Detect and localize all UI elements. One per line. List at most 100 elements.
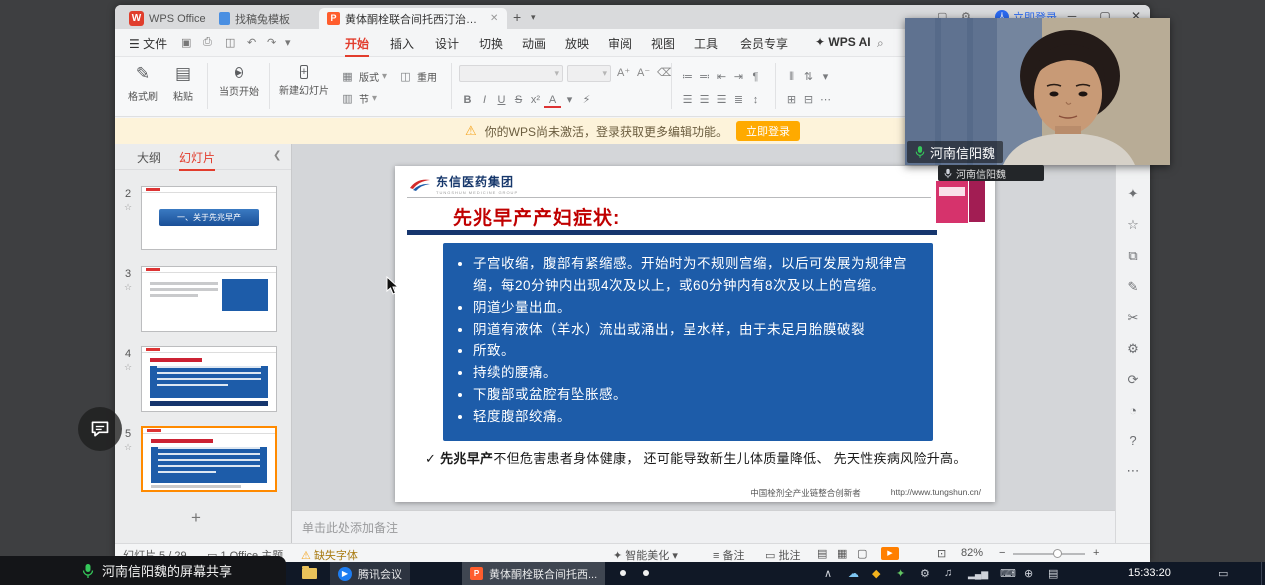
menu-tab-animation[interactable]: 动画 [522,35,546,52]
print-icon[interactable]: ⎙ [203,36,212,49]
decrease-font-button[interactable]: A⁻ [637,66,650,79]
preview-icon[interactable]: ◫ [225,36,235,49]
align-right-icon[interactable]: ☰ [713,93,730,106]
meeting-chat-button[interactable] [78,407,122,451]
sorter-view-icon[interactable]: ▦ [837,547,847,560]
bullet-list-icon[interactable]: ≔ [679,70,696,83]
presentation-tab[interactable]: P 黄体酮栓联合间托西汀治疗先... ✕ [319,8,507,29]
animation-star-icon[interactable]: ☆ [120,442,136,453]
star-icon[interactable]: ☆ [1127,217,1139,233]
font-size-select[interactable]: ▾ [567,65,611,82]
menu-tab-member[interactable]: 会员专享 [740,35,788,52]
slide-canvas[interactable]: 东信医药集团 TUNGSHUN MEDICINE GROUP 先兆早产产妇症状:… [395,166,995,502]
layout-button[interactable]: ▦版式▾ [339,69,387,84]
close-tab-icon[interactable]: ✕ [490,13,498,24]
shape-fill-icon[interactable]: ▾ [817,70,834,83]
superscript-button[interactable]: x² [527,94,544,106]
strikethrough-button[interactable]: S [510,94,527,106]
comments-button[interactable]: ▭ 批注 [765,547,800,563]
banner-login-button[interactable]: 立即登录 [736,121,800,141]
increase-font-button[interactable]: A⁺ [617,66,630,79]
tray-security-icon[interactable]: ✦ [896,567,905,580]
scissors-icon[interactable]: ✂ [1128,310,1139,326]
number-list-icon[interactable]: ≕ [696,70,713,83]
zoom-slider[interactable] [1013,553,1085,555]
char-effect-button[interactable]: ⚡ [578,93,595,106]
paragraph-icon[interactable]: ¶ [747,71,764,83]
menu-tab-home[interactable]: 开始 [345,35,369,57]
menu-tab-review[interactable]: 审阅 [608,35,632,52]
layers-icon[interactable]: ⧉ [1128,248,1137,264]
save-icon[interactable]: ▣ [181,36,191,49]
line-spacing-icon[interactable]: ↕ [747,94,764,106]
text-direction-icon[interactable]: ⇅ [800,70,817,83]
search-icon[interactable]: ⌕ [877,36,884,51]
missing-font-warning[interactable]: ⚠ 缺失字体 [301,547,358,563]
refresh-icon[interactable]: ⟳ [1128,372,1139,388]
new-tab-button[interactable]: + [513,9,521,25]
slide-2-thumbnail[interactable]: 一、关于先兆早产 [141,186,277,250]
italic-button[interactable]: I [476,94,493,106]
group-icon[interactable]: ⊟ [800,93,817,106]
taskbar-wps-doc[interactable]: P 黄体酮栓联合间托西... [462,562,605,585]
paste-button[interactable]: ▤ 粘贴 [161,62,205,103]
format-painter-button[interactable]: ✎ 格式刷 [121,62,165,103]
add-slide-button[interactable]: + [191,508,201,528]
file-explorer-button[interactable] [302,562,317,573]
more-icon[interactable]: ⋯ [817,93,834,106]
tray-weather-icon[interactable]: ☁ [848,567,859,580]
tab-list-caret-icon[interactable]: ▾ [531,12,536,23]
tray-settings-icon[interactable]: ⚙ [920,567,930,580]
beautify-panel-icon[interactable]: ✦ [1128,186,1139,202]
help-icon[interactable]: ? [1129,433,1136,448]
reading-view-icon[interactable]: ▢ [857,547,867,560]
zoom-out-button[interactable]: − [999,547,1005,559]
redo-icon[interactable]: ↷ [267,36,276,49]
zoom-level[interactable]: 82% [961,547,983,559]
menu-tab-design[interactable]: 设计 [435,35,459,52]
notes-button[interactable]: ≡ 备注 [713,547,744,563]
align-left-icon[interactable]: ☰ [679,93,696,106]
reuse-button[interactable]: ◫重用 [397,69,437,84]
font-color-button[interactable]: A [544,94,561,108]
edit-icon[interactable]: ✎ [1128,279,1139,295]
justify-icon[interactable]: ≣ [730,93,747,106]
underline-button[interactable]: U [493,94,510,106]
distribute-icon[interactable]: ⊞ [783,93,800,106]
outdent-icon[interactable]: ⇤ [713,70,730,83]
webcam-video[interactable]: 河南信阳魏 [905,18,1170,165]
font-name-select[interactable]: ▾ [459,65,563,82]
tray-display-icon[interactable]: ▤ [1048,567,1058,580]
notification-center-icon[interactable]: ▭ [1218,567,1228,580]
slide-title[interactable]: 先兆早产产妇症状: [453,203,620,230]
indent-icon[interactable]: ⇥ [730,70,747,83]
tray-input-method-icon[interactable]: ⌨ [1000,567,1016,580]
tray-volume-icon[interactable]: ♫ [944,567,952,579]
undo-icon[interactable]: ↶ [247,36,256,49]
section-button[interactable]: ▥节▾ [339,91,377,106]
slide-5-thumbnail[interactable] [141,426,277,492]
tray-hidden-icons[interactable]: ∧ [824,567,832,580]
new-slide-button[interactable]: + 新建幻灯片 [275,62,333,97]
slide-3-thumbnail[interactable] [141,266,277,332]
bold-button[interactable]: B [459,94,476,106]
tray-app-icon[interactable]: ◆ [872,567,880,580]
slideshow-play-button[interactable]: ▶ [881,547,899,560]
menu-tab-slideshow[interactable]: 放映 [565,35,589,52]
menu-tab-tools[interactable]: 工具 [694,35,718,52]
slide-4-thumbnail[interactable] [141,346,277,412]
columns-icon[interactable]: ⫴ [783,71,800,84]
clock-icon[interactable]: ◔ [1129,403,1137,418]
notes-pane[interactable]: 单击此处添加备注 [292,510,1115,543]
normal-view-icon[interactable]: ▤ [817,547,827,560]
collapse-panel-icon[interactable]: ❮ [273,150,281,161]
menu-tab-transition[interactable]: 切换 [479,35,503,52]
quickbar-caret-icon[interactable]: ▾ [285,36,291,49]
show-desktop-button[interactable] [1261,562,1265,585]
tray-bluetooth-icon[interactable]: ⊕ [1024,567,1033,580]
tray-network-icon[interactable]: ▂▄▆ [968,569,988,580]
animation-star-icon[interactable]: ☆ [120,282,136,293]
bullet-box[interactable]: 子宫收缩，腹部有紧缩感。开始时为不规则宫缩，以后可发展为规律宫缩，每20分钟内出… [443,243,933,441]
menu-tab-view[interactable]: 视图 [651,35,675,52]
settings-panel-icon[interactable]: ⚙ [1127,341,1139,357]
